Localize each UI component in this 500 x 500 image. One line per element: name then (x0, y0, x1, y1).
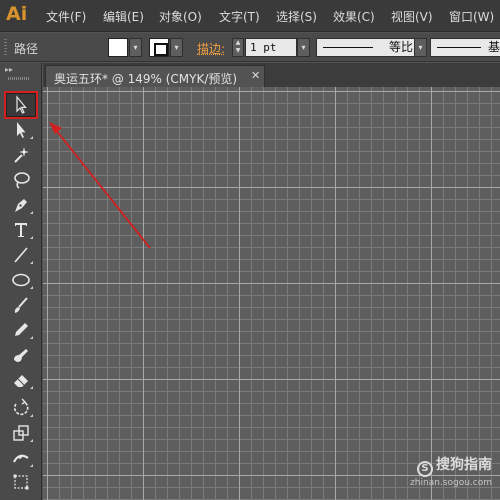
type-icon (15, 223, 27, 237)
ellipse-tool[interactable] (6, 268, 36, 292)
menu-edit[interactable]: 编辑(E) (103, 8, 144, 25)
menu-view[interactable]: 视图(V) (391, 8, 433, 25)
stroke-label[interactable]: 描边: (197, 40, 225, 57)
close-icon[interactable]: ✕ (251, 69, 260, 82)
blob-brush-icon (14, 349, 28, 362)
menu-object[interactable]: 对象(O) (159, 8, 202, 25)
tool-flyout-indicator (30, 136, 33, 139)
brush-definition-select[interactable]: 基 (430, 38, 500, 57)
app-logo: Ai (6, 3, 28, 25)
fill-dropdown-button[interactable]: ▾ (129, 38, 142, 57)
eraser-icon (14, 375, 28, 387)
menu-select[interactable]: 选择(S) (276, 8, 317, 25)
ellipse-icon (12, 273, 30, 287)
control-bar: 路径 ▾ ▾ 描边: ▲ ▼ 1 pt ▾ 等比 ▾ 基 (0, 33, 500, 62)
artboard-canvas[interactable]: S 搜狗指南 zhinan.sogou.com (43, 87, 500, 500)
menu-effect[interactable]: 效果(C) (333, 8, 375, 25)
tool-flyout-indicator (30, 464, 33, 467)
tool-flyout-indicator (30, 336, 33, 339)
variable-width-profile-select[interactable]: 等比 (316, 38, 426, 57)
menu-file[interactable]: 文件(F) (46, 8, 86, 25)
tool-flyout-indicator (30, 236, 33, 239)
profile-dropdown-button[interactable]: ▾ (414, 38, 427, 57)
free-transform-tool[interactable] (6, 470, 36, 494)
menu-type[interactable]: 文字(T) (219, 8, 260, 25)
paintbrush-icon (14, 297, 28, 313)
stroke-weight-field[interactable]: 1 pt (245, 38, 297, 57)
magic-wand-icon (14, 147, 29, 163)
fill-color-swatch[interactable] (108, 38, 128, 57)
document-tab-title: 奥运五环* @ 149% (CMYK/预览) (54, 72, 238, 86)
menu-window[interactable]: 窗口(W) (449, 8, 494, 25)
width-tool[interactable] (6, 446, 36, 470)
rotate-icon (13, 398, 29, 416)
width-icon (13, 454, 29, 463)
scale-icon (13, 425, 29, 441)
lasso-icon (14, 172, 30, 189)
free-transform-icon (13, 474, 29, 490)
scale-tool[interactable] (6, 421, 36, 445)
eraser-tool[interactable] (6, 368, 36, 392)
tools-panel: ▸▸ (0, 63, 42, 500)
selection-tool[interactable] (4, 91, 38, 119)
brush-line-sample (437, 47, 481, 48)
tool-flyout-indicator (30, 286, 33, 289)
brush-label: 基 (488, 40, 500, 54)
watermark: S 搜狗指南 zhinan.sogou.com (410, 454, 492, 488)
line-segment-tool[interactable] (6, 243, 36, 267)
tools-panel-grip[interactable] (8, 77, 30, 80)
stroke-color-swatch[interactable] (149, 38, 169, 57)
selection-type-label: 路径 (14, 42, 39, 56)
document-tab-bar: 奥运五环* @ 149% (CMYK/预览) ✕ (43, 63, 500, 87)
stroke-dropdown-button[interactable]: ▾ (170, 38, 183, 57)
paintbrush-tool[interactable] (6, 293, 36, 317)
tool-flyout-indicator (30, 414, 33, 417)
tool-flyout-indicator (30, 261, 33, 264)
control-bar-grip[interactable] (4, 39, 7, 55)
selection-arrow-icon (16, 95, 27, 114)
direct-selection-tool[interactable] (6, 118, 36, 142)
profile-label: 等比 (389, 40, 414, 54)
stroke-weight-dropdown[interactable]: ▾ (297, 38, 310, 57)
type-tool[interactable] (6, 218, 36, 242)
pencil-icon (15, 323, 28, 336)
tool-flyout-indicator (30, 439, 33, 442)
watermark-logo-icon: S (417, 461, 433, 477)
tool-flyout-indicator (30, 211, 33, 214)
rotate-tool[interactable] (6, 396, 36, 420)
collapse-panel-icon[interactable]: ▸▸ (5, 65, 13, 74)
blob-brush-tool[interactable] (6, 343, 36, 367)
menu-bar: Ai 文件(F) 编辑(E) 对象(O) 文字(T) 选择(S) 效果(C) 视… (0, 0, 500, 32)
watermark-url: zhinan.sogou.com (410, 478, 492, 488)
pen-icon (15, 199, 27, 212)
magic-wand-tool[interactable] (6, 143, 36, 167)
document-tab[interactable]: 奥运五环* @ 149% (CMYK/预览) ✕ (45, 65, 265, 87)
direct-selection-icon (17, 122, 26, 138)
pen-tool[interactable] (6, 193, 36, 217)
profile-line-sample (323, 47, 373, 48)
line-segment-icon (14, 247, 28, 263)
lasso-tool[interactable] (6, 168, 36, 192)
tool-flyout-indicator (30, 386, 33, 389)
stroke-weight-spinner[interactable]: ▲ ▼ (232, 38, 244, 57)
pencil-tool[interactable] (6, 318, 36, 342)
watermark-brand: 搜狗指南 (436, 457, 492, 473)
